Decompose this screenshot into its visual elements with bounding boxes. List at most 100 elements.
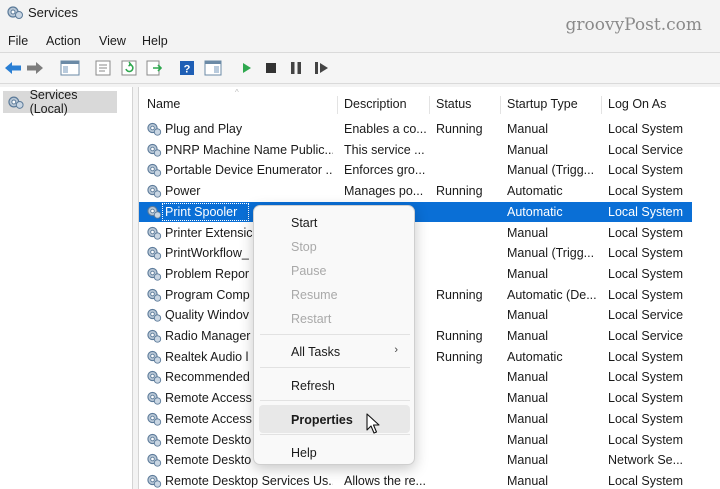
- menu-bar: File Action View Help: [0, 32, 720, 50]
- menu-item-restart: Restart: [291, 312, 332, 326]
- column-divider[interactable]: [601, 96, 602, 114]
- table-row[interactable]: Power Manages po... Running Automatic Local …: [139, 181, 692, 202]
- service-startup-type: Manual: [507, 432, 548, 447]
- service-status: Running: [436, 329, 483, 343]
- service-status: Running: [436, 349, 483, 364]
- table-row[interactable]: Realtek Audio l Running Automatic Local Sys…: [139, 347, 692, 368]
- service-log-on-as: Local System: [608, 391, 684, 406]
- back-arrow-icon[interactable]: [4, 58, 22, 78]
- export-icon[interactable]: [145, 58, 163, 78]
- table-row[interactable]: PNRP Machine Name Public... This service …: [139, 140, 692, 161]
- service-startup-type: Manual: [507, 308, 548, 323]
- service-gear-icon: [147, 184, 162, 198]
- menu-item-pause: Pause: [291, 264, 327, 278]
- table-row[interactable]: Remote Deskto Manual Local System: [139, 430, 692, 451]
- services-gear-icon: [8, 96, 24, 109]
- services-app-icon: [7, 6, 23, 19]
- service-log-on-as: Network Se...: [608, 453, 684, 468]
- column-divider[interactable]: [337, 96, 338, 114]
- column-header-name[interactable]: Name: [147, 97, 180, 111]
- menu-view[interactable]: View: [99, 34, 126, 48]
- service-log-on-as: Local System: [608, 184, 684, 199]
- column-divider[interactable]: [429, 96, 430, 114]
- play-icon[interactable]: [240, 58, 254, 78]
- menu-item-stop: Stop: [291, 240, 317, 254]
- toolbar: ?: [0, 52, 720, 84]
- menu-item-all-tasks[interactable]: All Tasks: [291, 345, 340, 359]
- menu-separator: [260, 434, 410, 435]
- service-gear-icon: [147, 474, 162, 488]
- column-header-status[interactable]: Status: [436, 97, 471, 111]
- table-row[interactable]: Problem Repor Manual Local System: [139, 264, 692, 285]
- context-menu: Start Stop Pause Resume Restart All Task…: [253, 205, 415, 465]
- service-log-on-as: Local System: [608, 163, 684, 178]
- properties-icon[interactable]: [94, 58, 112, 78]
- table-row[interactable]: Recommended Manual Local System: [139, 367, 692, 388]
- table-row[interactable]: Remote Access Manual Local System: [139, 388, 692, 409]
- console-tree-icon[interactable]: [60, 58, 80, 78]
- tree-item-services-local[interactable]: Services (Local): [3, 88, 117, 116]
- table-row[interactable]: Program Comp Running Automatic (De... Local…: [139, 285, 692, 306]
- view-icon[interactable]: [203, 58, 223, 78]
- stop-icon[interactable]: [264, 58, 278, 78]
- menu-item-resume: Resume: [291, 288, 338, 302]
- table-row[interactable]: Remote Desktop Services Us... Allows the …: [139, 471, 692, 489]
- forward-arrow-icon[interactable]: [26, 58, 44, 78]
- resume-icon[interactable]: [314, 58, 330, 78]
- submenu-arrow-icon: ›: [394, 344, 398, 356]
- service-gear-icon: [147, 288, 162, 302]
- table-row[interactable]: Remote Deskto Manual Network Se...: [139, 450, 692, 471]
- service-log-on-as: Local Service: [608, 142, 684, 157]
- column-header-log-on-as[interactable]: Log On As: [608, 97, 666, 111]
- service-startup-type: Manual: [507, 370, 548, 385]
- service-startup-type: Manual: [507, 266, 548, 281]
- table-row[interactable]: PrintWorkflow_ Manual (Trigg... Local Syst…: [139, 243, 692, 264]
- service-startup-type: Automatic (De...: [507, 287, 597, 302]
- service-startup-type: Manual (Trigg...: [507, 246, 595, 261]
- service-startup-type: Manual: [507, 391, 548, 406]
- help-icon[interactable]: ?: [178, 58, 196, 78]
- service-gear-icon: [147, 391, 162, 405]
- menu-help[interactable]: Help: [142, 34, 168, 48]
- menu-action[interactable]: Action: [46, 34, 81, 48]
- menu-separator: [260, 367, 410, 368]
- column-divider[interactable]: [500, 96, 501, 114]
- service-log-on-as: Local System: [608, 432, 684, 447]
- column-header-startup-type[interactable]: Startup Type: [507, 97, 578, 111]
- service-gear-icon: [147, 143, 162, 157]
- service-name: Remote Desktop Services Us...: [165, 473, 333, 488]
- service-log-on-as: Local System: [608, 225, 684, 240]
- refresh-icon[interactable]: [120, 58, 138, 78]
- menu-item-help[interactable]: Help: [291, 446, 317, 460]
- service-log-on-as: Local System: [608, 411, 684, 426]
- table-row[interactable]: Portable Device Enumerator ... Enforces g…: [139, 160, 692, 181]
- menu-item-properties[interactable]: Properties: [291, 413, 353, 427]
- service-log-on-as: Local System: [608, 473, 684, 488]
- menu-item-start[interactable]: Start: [291, 216, 317, 230]
- column-header-description[interactable]: Description: [344, 97, 407, 111]
- table-row[interactable]: Remote Access Manual Local System: [139, 409, 692, 430]
- service-status: Running: [436, 184, 483, 199]
- service-gear-icon: [147, 433, 162, 447]
- pause-icon[interactable]: [289, 58, 303, 78]
- service-startup-type: Manual: [507, 411, 548, 426]
- table-row[interactable]: Printer Extensic Manual Local System: [139, 223, 692, 244]
- service-log-on-as: Local System: [608, 246, 684, 261]
- menu-file[interactable]: File: [8, 34, 28, 48]
- service-log-on-as: Local System: [608, 349, 684, 364]
- service-gear-icon: [147, 122, 162, 136]
- service-gear-icon: [147, 329, 162, 343]
- service-startup-type: Manual: [507, 473, 548, 488]
- service-startup-type: Manual: [507, 329, 548, 343]
- service-startup-type: Manual: [507, 453, 548, 468]
- title-bar: Services groovyPost.com: [0, 0, 720, 35]
- table-row[interactable]: Print Spooler Automatic Local System: [139, 201, 692, 223]
- table-row[interactable]: Plug and Play Enables a co... Running Manua…: [139, 119, 692, 140]
- table-row[interactable]: Radio Manager Running Manual Local Service: [139, 326, 692, 347]
- table-row[interactable]: Quality Windov Manual Local Service: [139, 305, 692, 326]
- service-description: Enforces gro...: [344, 163, 426, 178]
- menu-item-refresh[interactable]: Refresh: [291, 379, 335, 393]
- service-gear-icon: [147, 164, 162, 178]
- service-log-on-as: Local System: [608, 266, 684, 281]
- service-name: Power: [165, 184, 201, 199]
